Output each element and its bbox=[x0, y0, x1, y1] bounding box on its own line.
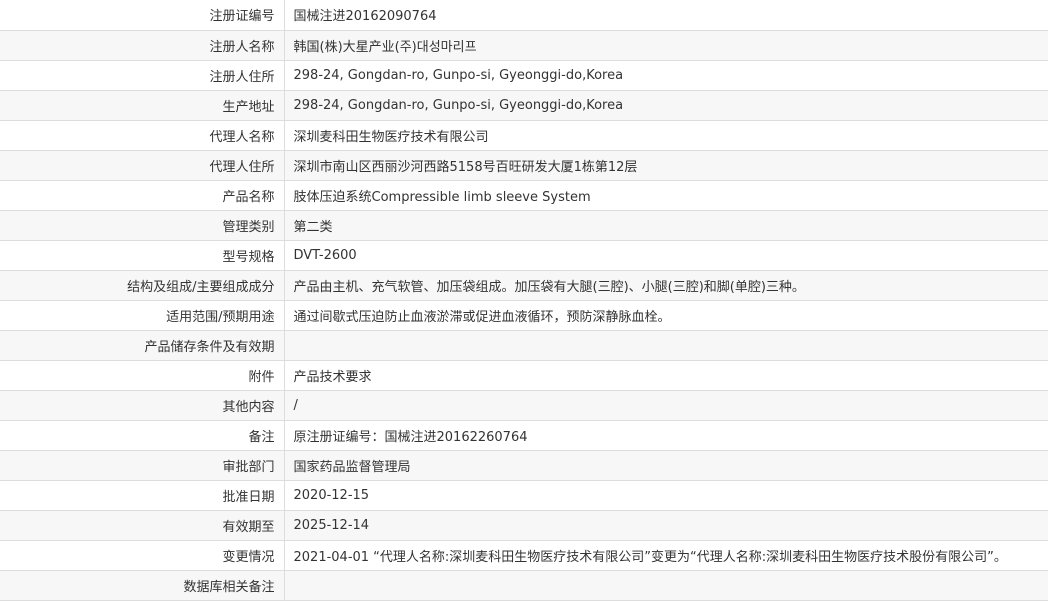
table-row: 代理人住所 深圳市南山区西丽沙河西路5158号百旺研发大厦1栋第12层 bbox=[0, 150, 1048, 181]
table-row: 适用范围/预期用途 通过间歇式压迫防止血液淤滞或促进血液循环，预防深静脉血栓。 bbox=[0, 300, 1048, 331]
table-row: 代理人名称 深圳麦科田生物医疗技术有限公司 bbox=[0, 120, 1048, 151]
field-value: 深圳市南山区西丽沙河西路5158号百旺研发大厦1栋第12层 bbox=[284, 150, 1048, 181]
field-label: 备注 bbox=[0, 420, 285, 451]
field-value: / bbox=[284, 390, 1048, 421]
field-value: 产品技术要求 bbox=[284, 360, 1048, 391]
field-value: 298-24, Gongdan-ro, Gunpo-si, Gyeonggi-d… bbox=[284, 60, 1048, 91]
table-row: 备注 原注册证编号：国械注进20162260764 bbox=[0, 420, 1048, 451]
field-value: 通过间歇式压迫防止血液淤滞或促进血液循环，预防深静脉血栓。 bbox=[284, 300, 1048, 331]
table-row: 注册人住所 298-24, Gongdan-ro, Gunpo-si, Gyeo… bbox=[0, 60, 1048, 91]
field-label: 附件 bbox=[0, 360, 285, 391]
table-row: 产品名称 肢体压迫系统Compressible limb sleeve Syst… bbox=[0, 180, 1048, 211]
table-row: 生产地址 298-24, Gongdan-ro, Gunpo-si, Gyeon… bbox=[0, 90, 1048, 121]
field-label: 其他内容 bbox=[0, 390, 285, 421]
field-label: 产品储存条件及有效期 bbox=[0, 330, 285, 361]
field-value: 韩国(株)大星产业(주)대성마리프 bbox=[284, 30, 1048, 61]
field-value: 产品由主机、充气软管、加压袋组成。加压袋有大腿(三腔)、小腿(三腔)和脚(单腔)… bbox=[284, 270, 1048, 301]
field-label: 型号规格 bbox=[0, 240, 285, 271]
table-row: 变更情况 2021-04-01 “代理人名称:深圳麦科田生物医疗技术有限公司”变… bbox=[0, 540, 1048, 571]
field-label: 有效期至 bbox=[0, 510, 285, 541]
field-label: 代理人住所 bbox=[0, 150, 285, 181]
field-value: 国械注进20162090764 bbox=[284, 0, 1048, 31]
table-row: 批准日期 2020-12-15 bbox=[0, 480, 1048, 511]
field-value: 第二类 bbox=[284, 210, 1048, 241]
table-row: 其他内容 / bbox=[0, 390, 1048, 421]
field-value: 2020-12-15 bbox=[284, 480, 1048, 511]
field-value: 国家药品监督管理局 bbox=[284, 450, 1048, 481]
table-row: 数据库相关备注 bbox=[0, 570, 1048, 601]
table-row: 产品储存条件及有效期 bbox=[0, 330, 1048, 361]
field-label: 注册人名称 bbox=[0, 30, 285, 61]
field-label: 变更情况 bbox=[0, 540, 285, 571]
table-row: 附件 产品技术要求 bbox=[0, 360, 1048, 391]
field-label: 注册人住所 bbox=[0, 60, 285, 91]
table-row: 有效期至 2025-12-14 bbox=[0, 510, 1048, 541]
field-label: 注册证编号 bbox=[0, 0, 285, 31]
field-value: 原注册证编号：国械注进20162260764 bbox=[284, 420, 1048, 451]
field-value: 肢体压迫系统Compressible limb sleeve System bbox=[284, 180, 1048, 211]
field-label: 适用范围/预期用途 bbox=[0, 300, 285, 331]
field-value bbox=[284, 330, 1048, 361]
table-row: 注册证编号 国械注进20162090764 bbox=[0, 0, 1048, 31]
table-row: 注册人名称 韩国(株)大星产业(주)대성마리프 bbox=[0, 30, 1048, 61]
registration-record-table: 注册证编号 国械注进20162090764 注册人名称 韩国(株)大星产业(주)… bbox=[0, 0, 1048, 601]
table-row: 结构及组成/主要组成成分 产品由主机、充气软管、加压袋组成。加压袋有大腿(三腔)… bbox=[0, 270, 1048, 301]
table-row: 管理类别 第二类 bbox=[0, 210, 1048, 241]
field-label: 数据库相关备注 bbox=[0, 570, 285, 601]
field-label: 生产地址 bbox=[0, 90, 285, 121]
field-value: 深圳麦科田生物医疗技术有限公司 bbox=[284, 120, 1048, 151]
field-label: 代理人名称 bbox=[0, 120, 285, 151]
field-value: 2021-04-01 “代理人名称:深圳麦科田生物医疗技术有限公司”变更为“代理… bbox=[284, 540, 1048, 571]
field-value: DVT-2600 bbox=[284, 240, 1048, 271]
field-value: 298-24, Gongdan-ro, Gunpo-si, Gyeonggi-d… bbox=[284, 90, 1048, 121]
field-label: 产品名称 bbox=[0, 180, 285, 211]
table-row: 审批部门 国家药品监督管理局 bbox=[0, 450, 1048, 481]
field-label: 结构及组成/主要组成成分 bbox=[0, 270, 285, 301]
table-row: 型号规格 DVT-2600 bbox=[0, 240, 1048, 271]
field-label: 审批部门 bbox=[0, 450, 285, 481]
field-value bbox=[284, 570, 1048, 601]
field-value: 2025-12-14 bbox=[284, 510, 1048, 541]
field-label: 管理类别 bbox=[0, 210, 285, 241]
field-label: 批准日期 bbox=[0, 480, 285, 511]
